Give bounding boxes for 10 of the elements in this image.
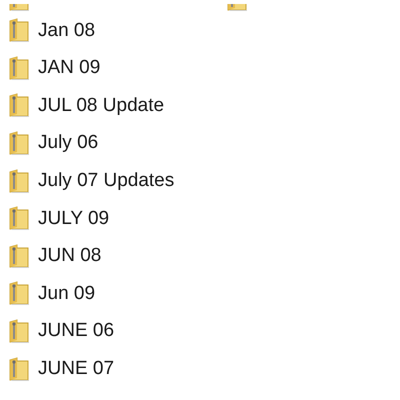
folder-name[interactable]: Jun 09 (38, 280, 96, 308)
folder-name[interactable]: JUN 08 (38, 242, 102, 271)
folder-name[interactable]: JUNE 07 (38, 354, 114, 384)
folder-name[interactable]: Jan 08 (38, 16, 96, 46)
folder-name[interactable]: July 06 (38, 129, 98, 158)
folder-name[interactable]: JAN 09 (38, 54, 100, 83)
folder-name[interactable]: JULY 09 (38, 204, 110, 234)
folder-name[interactable]: July 07 Updates (38, 166, 174, 196)
folder-name[interactable]: JUL 08 Update (38, 92, 164, 120)
folder-name[interactable]: JUNE 06 (38, 317, 114, 346)
